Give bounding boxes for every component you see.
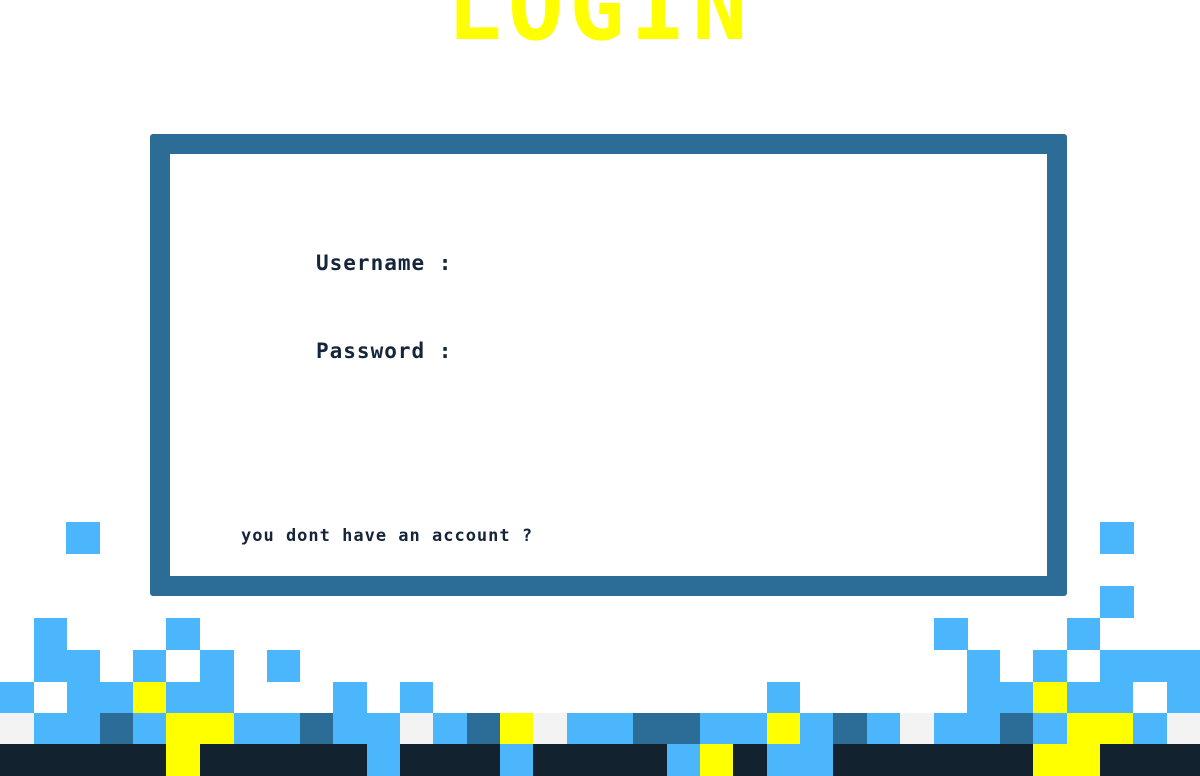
pixel-block — [733, 744, 767, 776]
pixel-block — [267, 650, 300, 682]
pixel-block — [1000, 713, 1033, 744]
pixel-block — [333, 713, 400, 744]
pixel-block — [300, 713, 333, 744]
pixel-block — [133, 713, 166, 744]
page-title: LOGIN — [446, 0, 754, 61]
pixel-block — [700, 713, 767, 744]
pixel-block — [166, 618, 200, 650]
pixel-block — [1100, 650, 1200, 682]
pixel-block — [333, 682, 367, 713]
pixel-block — [533, 744, 667, 776]
pixel-block — [400, 682, 433, 713]
username-label: Username : — [316, 251, 453, 275]
pixel-block — [467, 713, 500, 744]
login-panel: Username : Password : you dont have an a… — [150, 134, 1067, 596]
pixel-block — [1167, 713, 1200, 744]
pixel-block — [1100, 744, 1200, 776]
pixel-block — [833, 744, 1033, 776]
pixel-block — [67, 682, 133, 713]
pixel-block — [34, 618, 67, 650]
pixel-block — [200, 744, 367, 776]
pixel-block — [0, 744, 166, 776]
pixel-block — [533, 713, 567, 744]
pixel-block — [0, 682, 34, 713]
password-label: Password : — [316, 339, 453, 363]
pixel-block — [767, 744, 833, 776]
pixel-block — [633, 713, 700, 744]
pixel-block — [967, 682, 1033, 713]
pixel-block — [1100, 586, 1134, 618]
pixel-block — [500, 713, 533, 744]
signup-link[interactable]: you dont have an account ? — [241, 528, 533, 545]
pixel-block — [767, 682, 800, 713]
pixel-block — [133, 682, 166, 713]
pixel-block — [700, 744, 733, 776]
pixel-block — [900, 713, 934, 744]
pixel-block — [1067, 682, 1133, 713]
pixel-block — [767, 713, 800, 744]
pixel-block — [500, 744, 533, 776]
pixel-block — [166, 713, 234, 744]
pixel-block — [34, 650, 100, 682]
pixel-block — [800, 713, 833, 744]
pixel-block — [367, 744, 400, 776]
pixel-block — [867, 713, 900, 744]
pixel-block — [667, 744, 700, 776]
pixel-block — [1033, 682, 1067, 713]
pixel-block — [1033, 744, 1100, 776]
pixel-block — [234, 713, 300, 744]
pixel-block — [0, 713, 34, 744]
pixel-block — [934, 713, 1000, 744]
pixel-block — [967, 650, 1000, 682]
pixel-block — [934, 618, 968, 650]
username-input[interactable] — [515, 248, 935, 276]
pixel-block — [400, 744, 500, 776]
pixel-block — [1033, 713, 1067, 744]
pixel-block — [1100, 522, 1134, 554]
pixel-block — [200, 650, 234, 682]
pixel-block — [34, 713, 100, 744]
pixel-block — [1167, 682, 1200, 713]
password-input[interactable] — [515, 336, 935, 364]
pixel-block — [1067, 713, 1133, 744]
pixel-block — [66, 522, 100, 554]
pixel-block — [1067, 618, 1100, 650]
pixel-block — [166, 744, 200, 776]
pixel-block — [567, 713, 633, 744]
pixel-block — [1033, 650, 1067, 682]
pixel-block — [166, 682, 234, 713]
pixel-block — [100, 713, 133, 744]
pixel-block — [1133, 713, 1167, 744]
pixel-block — [433, 713, 467, 744]
pixel-block — [133, 650, 166, 682]
pixel-block — [400, 713, 433, 744]
pixel-block — [833, 713, 867, 744]
